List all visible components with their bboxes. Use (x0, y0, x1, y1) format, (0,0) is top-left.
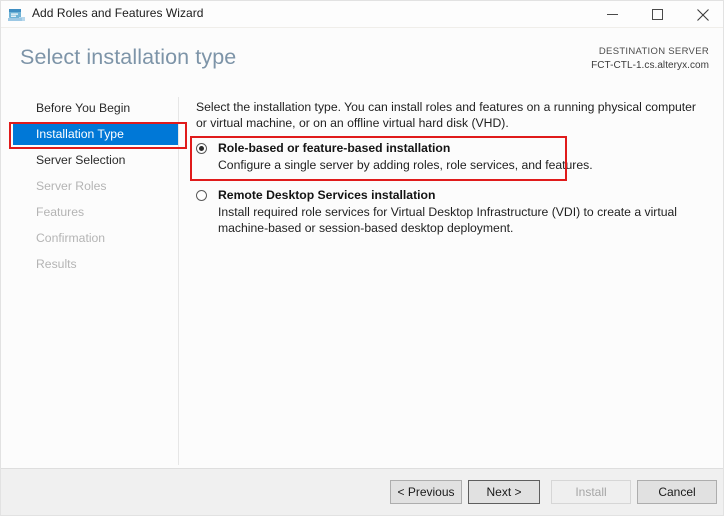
cancel-button[interactable]: Cancel (637, 480, 717, 504)
option-role-based-description: Configure a single server by adding role… (218, 158, 593, 172)
server-wizard-icon (8, 6, 26, 23)
option-remote-desktop-description: Install required role services for Virtu… (218, 205, 678, 235)
install-button: Install (551, 480, 631, 504)
title-bar: Add Roles and Features Wizard (1, 1, 723, 28)
option-remote-desktop-title: Remote Desktop Services installation (218, 188, 436, 202)
sidebar-item-results: Results (36, 257, 77, 271)
sidebar-item-server-roles: Server Roles (36, 179, 107, 193)
radio-remote-desktop-services[interactable] (196, 190, 207, 201)
minimize-icon[interactable] (590, 1, 635, 28)
add-roles-and-features-wizard-window: Add Roles and Features Wizard Select ins… (0, 0, 724, 516)
previous-button[interactable]: < Previous (390, 480, 462, 504)
main-content: Select the installation type. You can in… (179, 97, 723, 467)
sidebar-item-confirmation: Confirmation (36, 231, 106, 245)
sidebar-item-before-you-begin[interactable]: Before You Begin (13, 97, 179, 119)
destination-server-block: DESTINATION SERVER FCT-CTL-1.cs.alteryx.… (591, 45, 709, 72)
window-title: Add Roles and Features Wizard (32, 6, 204, 20)
sidebar-item-features: Features (36, 205, 85, 219)
wizard-step-navigation: Before You Begin Installation Type Serve… (1, 97, 179, 467)
wizard-footer: < Previous Next > Install Cancel (1, 468, 723, 515)
maximize-icon[interactable] (635, 1, 680, 28)
close-icon[interactable] (680, 1, 723, 28)
option-role-based-title: Role-based or feature-based installation (218, 141, 451, 155)
destination-server-label: DESTINATION SERVER (598, 46, 709, 57)
instruction-text: Select the installation type. You can in… (196, 100, 696, 130)
page-header: Select installation type DESTINATION SER… (1, 29, 723, 91)
radio-role-based-installation[interactable] (196, 143, 207, 154)
destination-server-name: FCT-CTL-1.cs.alteryx.com (591, 60, 709, 71)
sidebar-item-server-selection[interactable]: Server Selection (13, 149, 179, 171)
page-title: Select installation type (20, 45, 237, 69)
sidebar-item-installation-type[interactable]: Installation Type (13, 123, 179, 145)
next-button[interactable]: Next > (468, 480, 540, 504)
